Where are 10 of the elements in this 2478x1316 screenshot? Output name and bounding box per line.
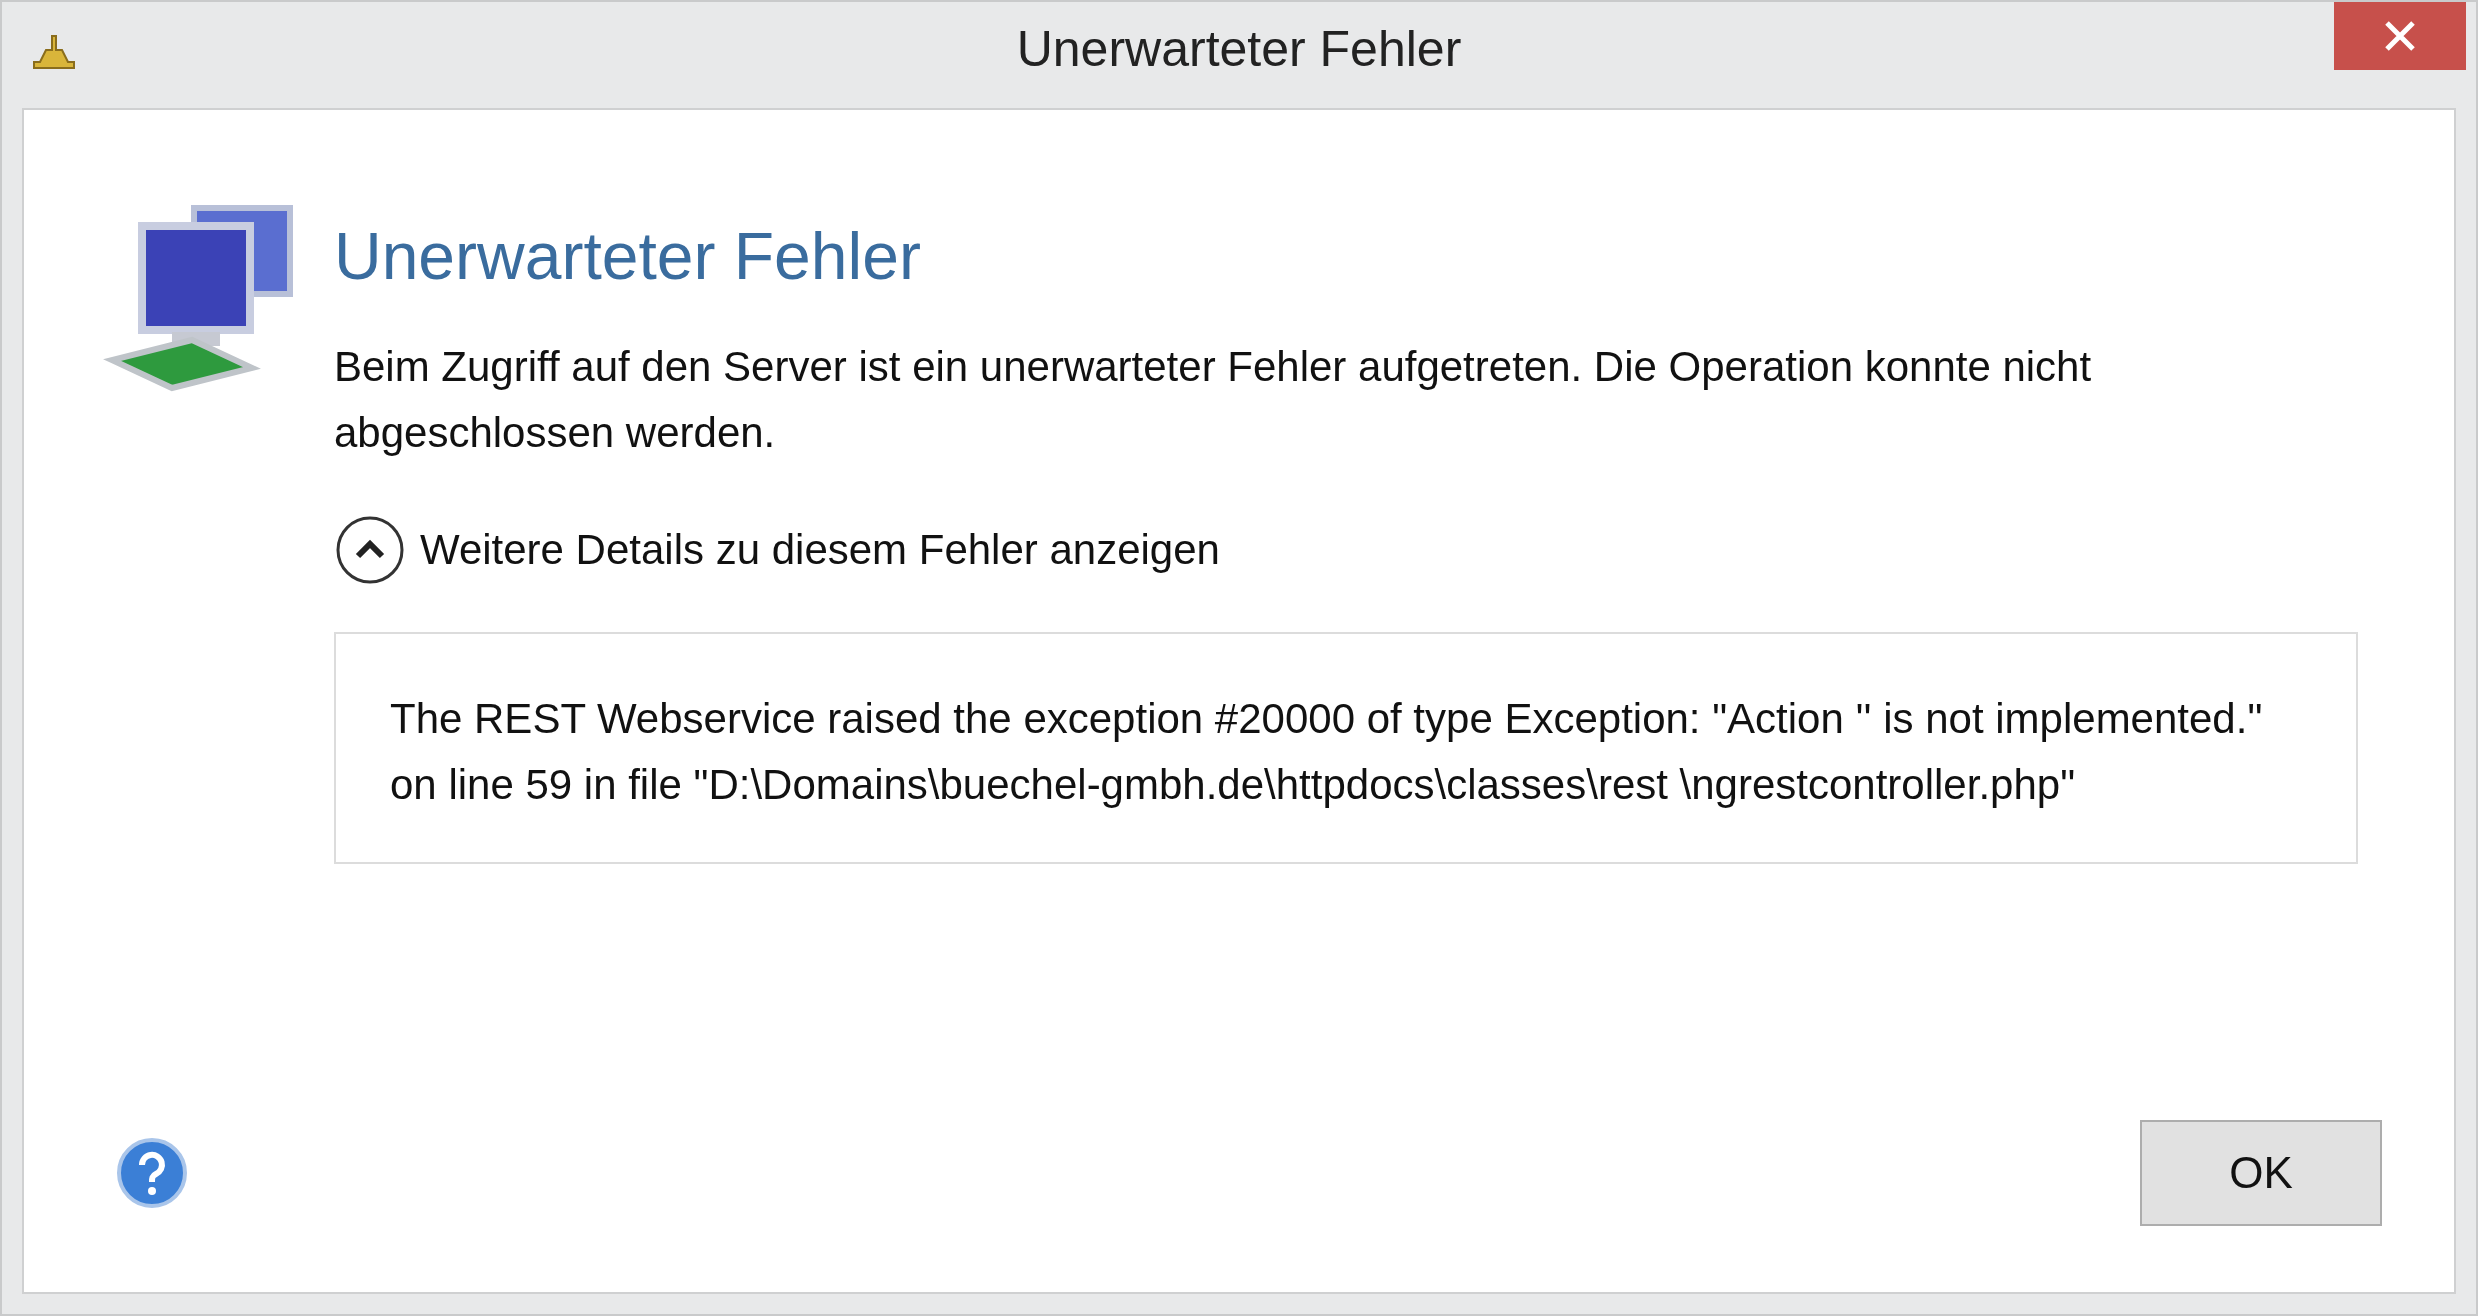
details-text: The REST Webservice raised the exception #20000 of type Exception: "Action '' is not implemented." on line 59 in file "D:\Domains\buechel-gmbh.de\httpdocs\classes\rest \ngrestcontroller.php" xyxy=(334,632,2358,864)
details-toggle[interactable]: Weitere Details zu diesem Fehler anzeigen xyxy=(334,514,1220,586)
close-button[interactable] xyxy=(2334,2,2466,70)
close-icon xyxy=(2383,19,2417,53)
error-message: Beim Zugriff auf den Server ist ein unerwarteter Fehler aufgetreten. Die Operation konnte nicht abgeschlossen werden. xyxy=(334,342,2093,458)
ok-button[interactable]: OK xyxy=(2140,1120,2382,1226)
help-icon[interactable] xyxy=(116,1137,188,1209)
chevron-up-icon xyxy=(334,514,406,586)
dialog-heading: Unerwarteter Fehler xyxy=(334,218,922,294)
window-title: Unerwarteter Fehler xyxy=(1016,21,1462,77)
